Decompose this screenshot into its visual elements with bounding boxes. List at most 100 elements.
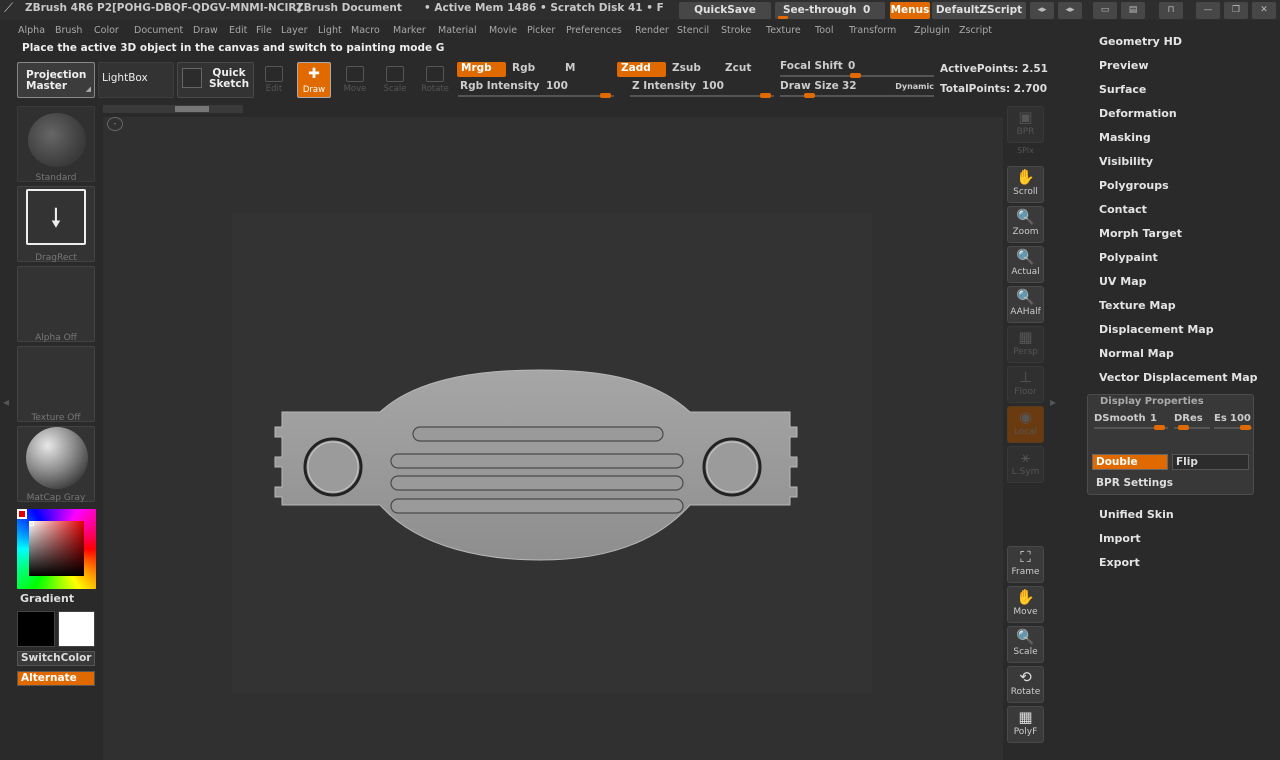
shelf-spix-button[interactable]: SPix [1007,146,1044,162]
shelf-persp-button[interactable]: ▦ Persp [1007,326,1044,363]
es-slider[interactable]: Es 100 [1214,413,1252,430]
flip-button[interactable]: Flip [1172,454,1249,470]
shelf-bpr-button[interactable]: ▣ BPR [1007,106,1044,143]
canvas-corner-icon[interactable]: - [107,117,123,131]
maximize-icon[interactable]: ❐ [1224,2,1248,19]
lightbox-button[interactable]: LightBox [98,62,174,98]
brush-selector[interactable]: Standard [17,106,95,183]
panel-surface[interactable]: Surface [1099,83,1146,96]
panel-visibility[interactable]: Visibility [1099,155,1153,168]
panel-geometry-hd[interactable]: Geometry HD [1099,35,1182,48]
draw-size-knob[interactable] [804,93,815,98]
dynamic-toggle[interactable]: Dynamic [895,82,934,91]
z-intensity-knob[interactable] [760,93,771,98]
menu-file[interactable]: File [256,25,272,36]
tool-scale-button[interactable]: Scale [378,62,412,98]
tray-right-icon[interactable]: ▤ [1121,2,1145,19]
rgb-intensity-slider[interactable]: Rgb Intensity 100 [458,80,614,98]
color-picker[interactable] [17,509,96,589]
focal-shift-slider[interactable]: Focal Shift 0 [780,60,934,78]
es-knob[interactable] [1240,425,1251,430]
3d-model-grill[interactable] [270,365,805,565]
shelf-rotate-button[interactable]: ⟲ Rotate [1007,666,1044,703]
shelf-frame-button[interactable]: ⛶ Frame [1007,546,1044,583]
menu-stencil[interactable]: Stencil [677,25,709,36]
menu-preferences[interactable]: Preferences [566,25,622,36]
gradient-color-swatch[interactable] [58,611,95,647]
m-button[interactable]: M [565,62,575,74]
rgb-button[interactable]: Rgb [512,62,535,74]
tool-move-button[interactable]: Move [338,62,372,98]
close-icon[interactable]: ✕ [1252,2,1276,19]
z-intensity-slider[interactable]: Z Intensity 100 [630,80,774,98]
tray-left-icon[interactable]: ▭ [1093,2,1117,19]
shelf-actual-button[interactable]: 🔍 Actual [1007,246,1044,283]
alpha-selector[interactable]: Alpha Off [17,266,95,343]
lock-icon[interactable]: ⊓ [1159,2,1183,19]
panel-import[interactable]: Import [1099,532,1141,545]
menu-stroke[interactable]: Stroke [721,25,751,36]
zadd-button[interactable]: Zadd [617,62,666,77]
dres-knob[interactable] [1178,425,1189,430]
main-color-swatch[interactable] [17,509,27,519]
stroke-selector[interactable]: 🠗 DragRect [17,186,95,263]
texture-selector[interactable]: Texture Off [17,346,95,423]
menu-alpha[interactable]: Alpha [18,25,45,36]
shelf-aahalf-button[interactable]: 🔍 AAHalf [1007,286,1044,323]
shelf-polyf-button[interactable]: ▦ PolyF [1007,706,1044,743]
menu-draw[interactable]: Draw [193,25,218,36]
mrgb-button[interactable]: Mrgb [457,62,506,77]
see-through-slider[interactable]: See-through 0 [775,2,885,19]
menu-layer[interactable]: Layer [281,25,308,36]
menu-marker[interactable]: Marker [393,25,426,36]
panel-polygroups[interactable]: Polygroups [1099,179,1169,192]
shelf-lsym-button[interactable]: ⚹ L.Sym [1007,446,1044,483]
quicksave-button[interactable]: QuickSave [679,2,771,19]
panel-uv-map[interactable]: UV Map [1099,275,1147,288]
bpr-settings-button[interactable]: BPR Settings [1096,477,1173,489]
shelf-move-button[interactable]: ✋ Move [1007,586,1044,623]
tool-edit-button[interactable]: Edit [257,62,291,98]
zcut-button[interactable]: Zcut [725,62,751,74]
alternate-button[interactable]: Alternate [17,671,95,686]
rgb-intensity-knob[interactable] [600,93,611,98]
secondary-color-swatch[interactable] [17,611,55,647]
scroll-right-icon[interactable]: ◂▸ [1058,2,1082,19]
panel-vector-displacement-map[interactable]: Vector Displacement Map [1099,371,1258,384]
minimize-icon[interactable]: — [1196,2,1220,19]
scroll-left-icon[interactable]: ◂▸ [1030,2,1054,19]
shelf-scroll-button[interactable]: ✋ Scroll [1007,166,1044,203]
panel-export[interactable]: Export [1099,556,1140,569]
dsmooth-knob[interactable] [1154,425,1165,430]
panel-displacement-map[interactable]: Displacement Map [1099,323,1214,336]
projection-master-button[interactable]: Projection Master ☞ ◢ [17,62,95,98]
dres-slider[interactable]: DRes [1174,413,1210,430]
focal-shift-knob[interactable] [850,73,861,78]
panel-polypaint[interactable]: Polypaint [1099,251,1158,264]
default-zscript-button[interactable]: DefaultZScript [932,2,1026,19]
panel-texture-map[interactable]: Texture Map [1099,299,1176,312]
menu-color[interactable]: Color [94,25,119,36]
shelf-local-button[interactable]: ◉ Local [1007,406,1044,443]
right-tray-arrow-icon[interactable]: ▸ [1050,395,1056,409]
display-properties-title[interactable]: Display Properties [1100,396,1204,407]
draw-size-slider[interactable]: Draw Size 32 Dynamic [780,80,934,98]
menus-button[interactable]: Menus [890,2,930,19]
panel-normal-map[interactable]: Normal Map [1099,347,1174,360]
menu-movie[interactable]: Movie [489,25,517,36]
menu-zscript[interactable]: Zscript [959,25,992,36]
panel-unified-skin[interactable]: Unified Skin [1099,508,1174,521]
menu-document[interactable]: Document [134,25,183,36]
menu-picker[interactable]: Picker [527,25,555,36]
panel-contact[interactable]: Contact [1099,203,1147,216]
color-square[interactable] [29,521,84,576]
menu-brush[interactable]: Brush [55,25,82,36]
shelf-scale-button[interactable]: 🔍 Scale [1007,626,1044,663]
panel-preview[interactable]: Preview [1099,59,1149,72]
menu-zplugin[interactable]: Zplugin [914,25,950,36]
menu-macro[interactable]: Macro [351,25,380,36]
panel-masking[interactable]: Masking [1099,131,1151,144]
menu-tool[interactable]: Tool [815,25,833,36]
zsub-button[interactable]: Zsub [672,62,701,74]
panel-morph-target[interactable]: Morph Target [1099,227,1182,240]
